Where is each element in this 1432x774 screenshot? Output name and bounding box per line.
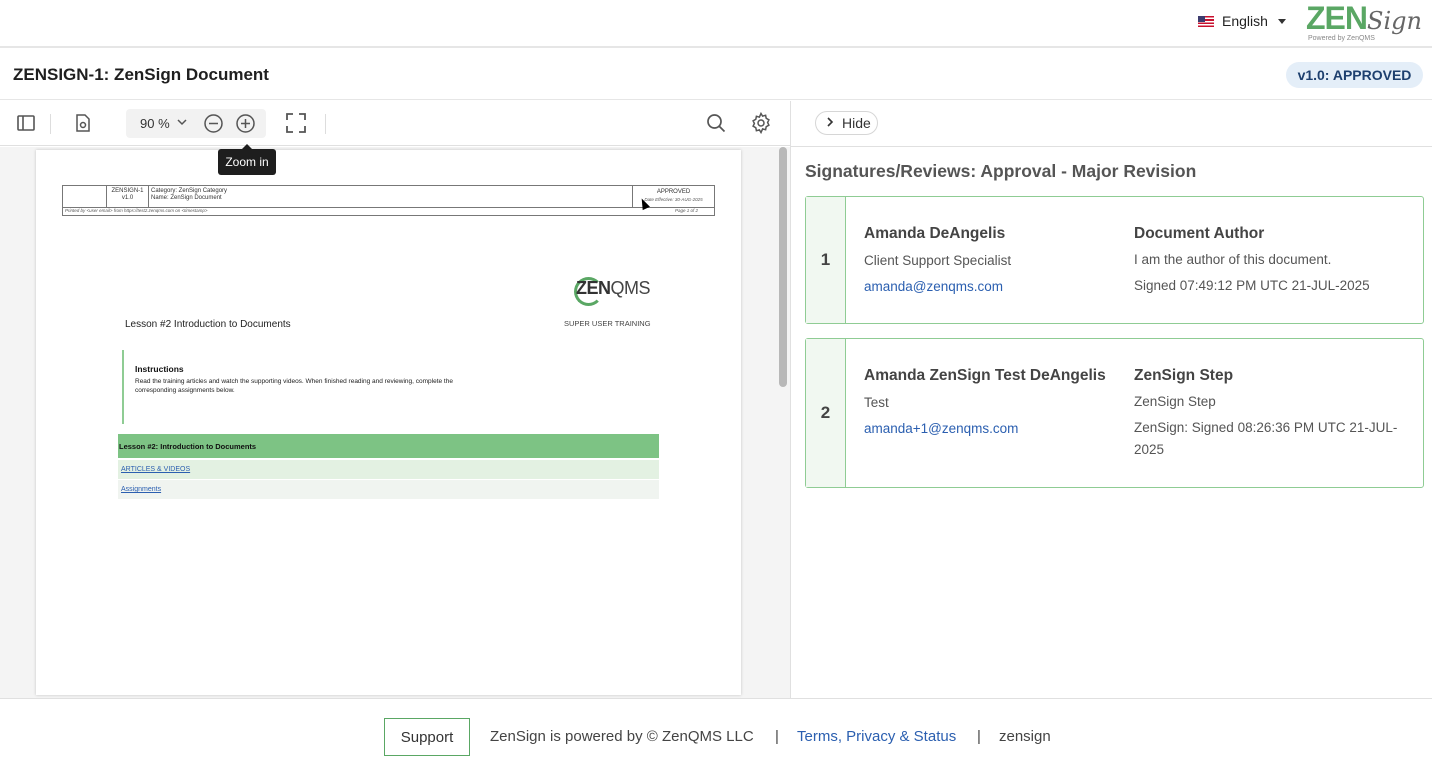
logo-subtitle: Powered by ZenQMS [1308,35,1375,42]
chevron-down-icon[interactable] [176,115,188,134]
chevron-right-icon [826,116,834,131]
terms-privacy-status-link[interactable]: Terms, Privacy & Status [797,728,956,745]
us-flag-icon [1198,15,1214,27]
caret-down-icon [1277,18,1286,24]
gear-icon[interactable] [749,111,773,135]
support-button[interactable]: Support [384,718,470,756]
zenqms-logo-bold: ZEN [576,278,611,298]
header-footer-row: Printed by <user email> from https://tes… [63,208,714,215]
zenqms-logo-rest: QMS [610,278,651,298]
search-icon[interactable] [704,111,728,135]
document-header-table: ZENSIGN-1 v1.0 Category: ZenSign Categor… [62,185,715,216]
header-page-number: Page 1 of 2 [675,208,699,213]
signature-timestamp: ZenSign: Signed 08:26:36 PM UTC 21-JUL-2… [1134,420,1398,457]
header-name: Name: ZenSign Document [151,195,222,201]
signer-role: ZenSign Step [1134,367,1234,384]
instructions-block: Instructions Read the training articles … [122,350,522,424]
zoom-out-icon[interactable] [203,113,224,139]
signer-role: Document Author [1134,225,1265,242]
signer-name: Amanda DeAngelis [864,225,1006,242]
assignments-row: Assignments [118,480,659,499]
hide-label: Hide [842,115,871,131]
header-cell-blank [63,186,107,208]
document-page: ZENSIGN-1 v1.0 Category: ZenSign Categor… [36,150,741,695]
signature-number: 2 [806,339,846,487]
signatures-heading: Signatures/Reviews: Approval - Major Rev… [805,161,1197,181]
zenqms-logo: ZENQMS [576,278,651,299]
signer-title: Test [864,395,889,410]
signature-card: 1 Amanda DeAngelis Client Support Specia… [805,196,1424,324]
fullscreen-icon[interactable] [284,111,308,135]
signature-timestamp: Signed 07:49:12 PM UTC 21-JUL-2025 [1134,278,1370,293]
zoom-in-icon[interactable] [235,113,256,139]
signer-name: Amanda ZenSign Test DeAngelis [864,367,1106,384]
header-row: ZENSIGN-1 v1.0 Category: ZenSign Categor… [63,186,714,208]
instructions-heading: Instructions [135,364,184,374]
document-title: ZENSIGN-1: ZenSign Document [13,65,269,84]
viewer-scrollbar[interactable] [779,147,787,387]
header-version: v1.0 [121,195,134,201]
header-category: Category: ZenSign Category [151,188,228,194]
language-label: English [1222,13,1268,29]
version-status-badge: v1.0: APPROVED [1286,62,1423,88]
document-settings-icon[interactable] [71,111,95,135]
lesson-title: Lesson #2 Introduction to Documents [125,319,291,330]
header-doc-id-cell: ZENSIGN-1 v1.0 [107,186,149,208]
viewer-toolbar: 90 % [0,101,790,146]
signature-number: 1 [806,197,846,323]
environment-label: zensign [999,728,1051,745]
panel-divider [790,101,791,698]
header-doc-id: ZENSIGN-1 [111,188,144,194]
signer-email-link[interactable]: amanda+1@zenqms.com [864,421,1018,436]
logo-zen-text: ZEN [1306,0,1368,36]
sidebar-toggle-icon[interactable] [14,111,38,135]
panel-divider-horizontal [791,146,1432,147]
language-selector[interactable]: English [1198,13,1286,29]
title-bar: ZENSIGN-1: ZenSign Document v1.0: APPROV… [0,50,1432,100]
zensign-logo: ZENSign Powered by ZenQMS [1306,0,1422,43]
signature-card: 2 Amanda ZenSign Test DeAngelis Test ama… [805,338,1424,488]
powered-by-text: ZenSign is powered by © ZenQMS LLC [490,728,754,745]
instructions-text: Read the training articles and watch the… [135,378,453,394]
articles-videos-link[interactable]: ARTICLES & VIDEOS [121,466,190,473]
lesson-section-bar: Lesson #2: Introduction to Documents [118,434,659,458]
hide-panel-button[interactable]: Hide [815,111,878,135]
toolbar-divider [50,114,51,134]
zoom-in-tooltip: Zoom in [218,144,276,175]
zoom-value-select[interactable]: 90 % [140,116,170,131]
signature-statement: ZenSign Step [1134,394,1216,409]
header-status: APPROVED [656,189,691,195]
signer-title: Client Support Specialist [864,253,1012,268]
signature-statement: I am the author of this document. [1134,252,1332,267]
footer-separator: | [775,728,779,745]
zenqms-logo-subtitle: SUPER USER TRAINING [564,319,651,328]
toolbar-divider [325,114,326,134]
header-category-cell: Category: ZenSign Category Name: ZenSign… [149,186,633,208]
top-bar: English ZENSign Powered by ZenQMS [0,0,1432,48]
assignments-link[interactable]: Assignments [121,486,161,493]
signer-email-link[interactable]: amanda@zenqms.com [864,279,1003,294]
document-viewer: ZENSIGN-1 v1.0 Category: ZenSign Categor… [0,147,790,698]
header-printed-by: Printed by <user email> from https://tes… [65,208,208,213]
zoom-control: 90 % [126,109,266,138]
footer-separator: | [977,728,981,745]
articles-row: ARTICLES & VIDEOS [118,460,659,479]
footer: Support ZenSign is powered by © ZenQMS L… [0,698,1432,774]
logo-sign-text: Sign [1367,7,1422,35]
